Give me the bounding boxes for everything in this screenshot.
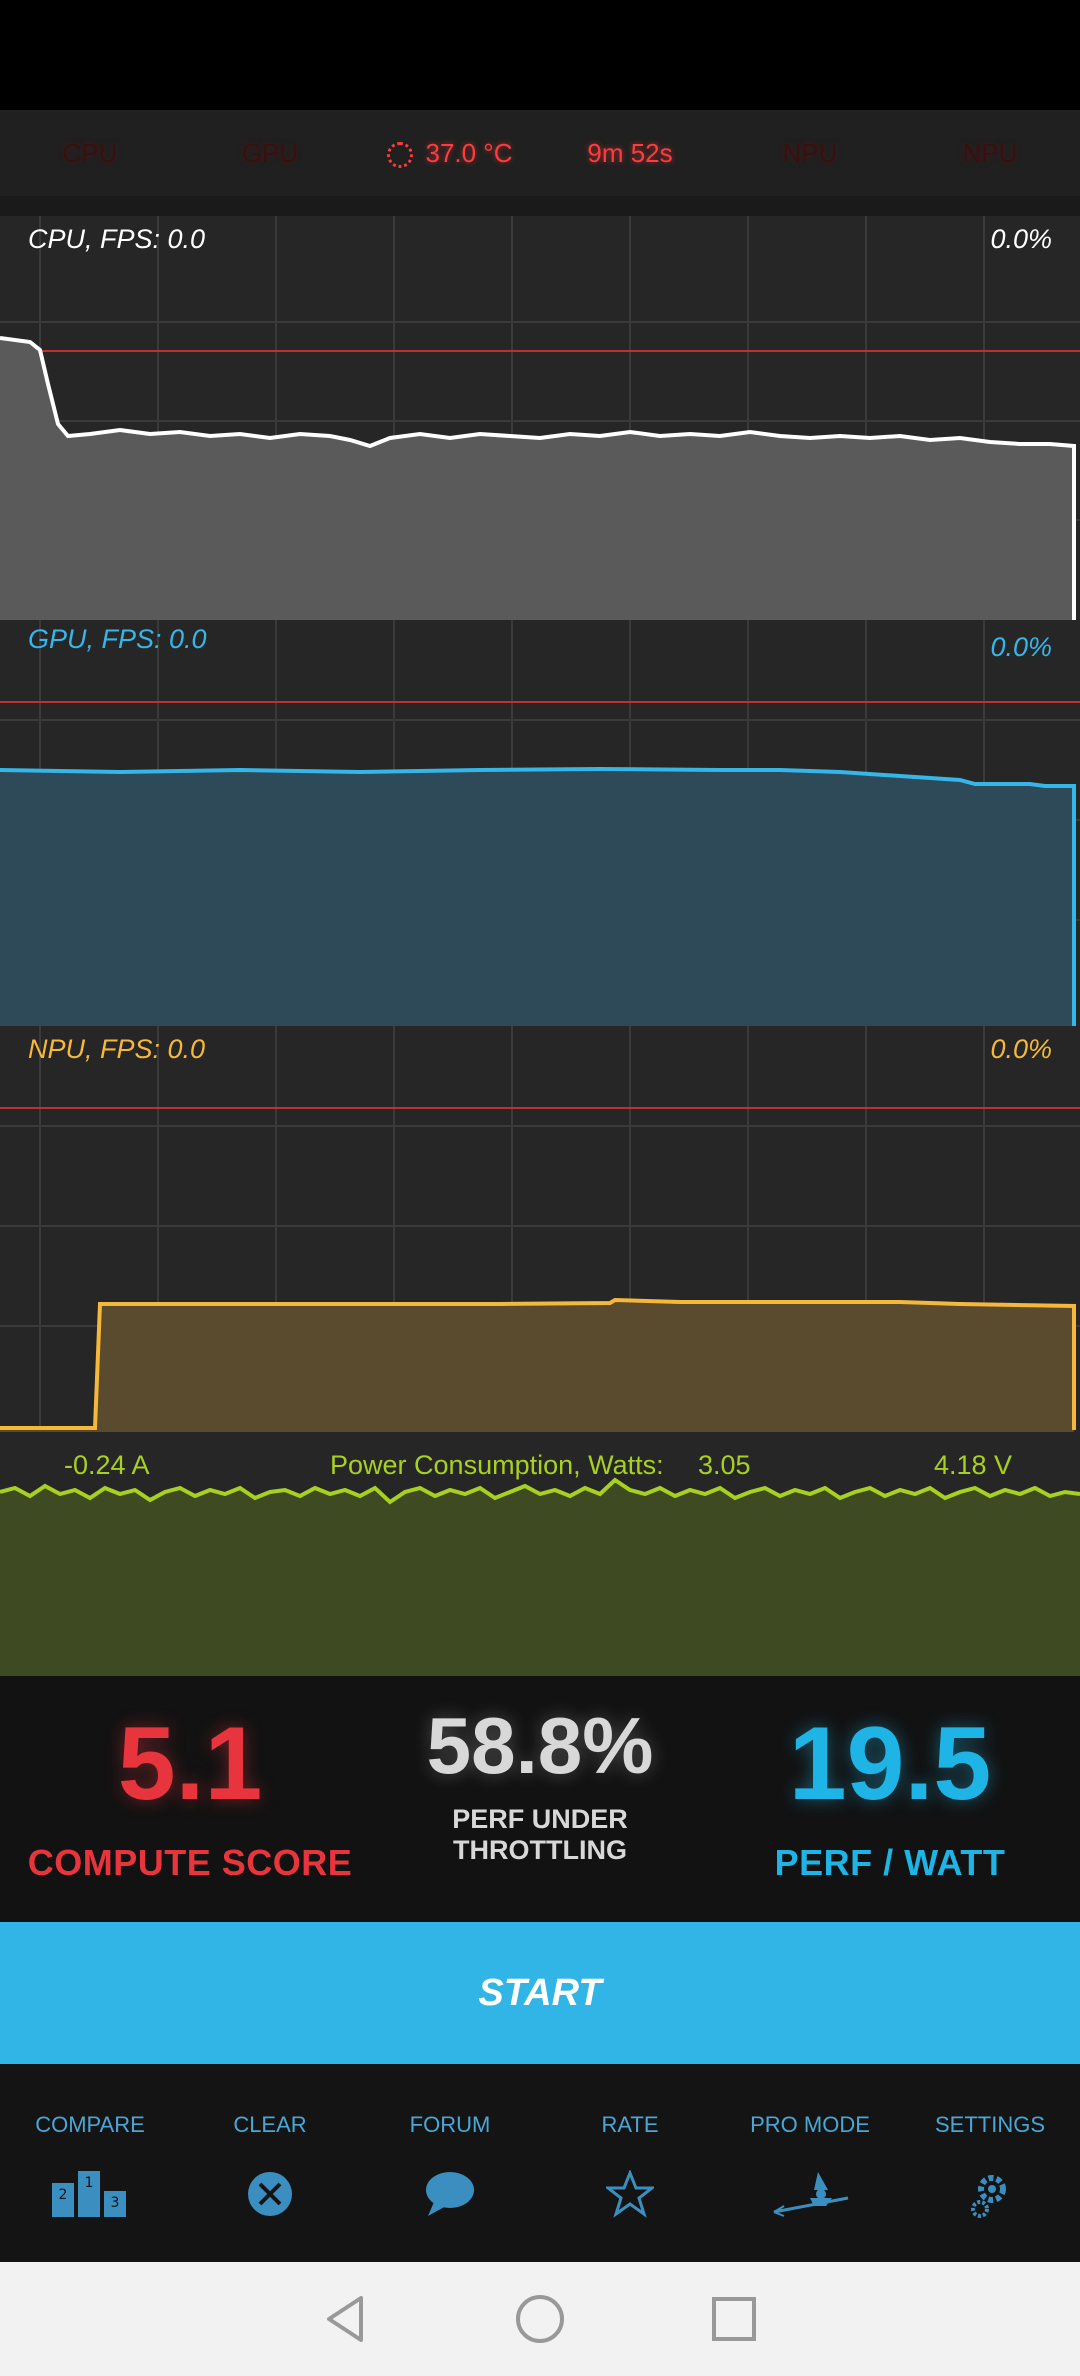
power-title: Power Consumption, Watts:	[330, 1450, 664, 1480]
compare-button[interactable]: COMPARE 2 1 3	[0, 2064, 180, 2262]
throttling-value: 58.8%	[426, 1701, 654, 1790]
throttling-score: 58.8% PERF UNDER THROTTLING	[400, 1706, 680, 1866]
throttling-label-line2: THROTTLING	[453, 1835, 627, 1866]
temperature-readout: 37.0 °C	[360, 138, 540, 169]
cpu-fps-label: CPU, FPS: 0.0	[28, 224, 206, 254]
status-bar	[0, 0, 1080, 110]
temperature-value: 37.0 °C	[425, 137, 513, 168]
back-button[interactable]	[301, 2274, 391, 2364]
svg-text:3: 3	[111, 2195, 120, 2211]
cpu-percent: 0.0%	[990, 224, 1052, 254]
gpu-graph: GPU, FPS: 0.0 0.0%	[0, 620, 1080, 1026]
recents-icon	[712, 2297, 756, 2341]
bottom-nav: COMPARE 2 1 3 CLEAR FORUM RATE PRO MODE …	[0, 2064, 1080, 2262]
gpu-graph-svg	[0, 620, 1080, 1026]
tab-cpu[interactable]: CPU	[0, 138, 180, 169]
star-icon	[540, 2164, 720, 2224]
npu-graph: NPU, FPS: 0.0 0.0%	[0, 1026, 1080, 1432]
perf-watt-score: 19.5 PERF / WATT	[720, 1712, 1060, 1884]
compare-label: COMPARE	[35, 2112, 145, 2137]
system-nav-bar	[0, 2262, 1080, 2376]
forum-button[interactable]: FORUM	[360, 2064, 540, 2262]
gear-icon	[900, 2164, 1080, 2224]
home-icon	[516, 2295, 564, 2343]
perf-watt-label: PERF / WATT	[774, 1842, 1006, 1883]
perf-watt-value: 19.5	[788, 1706, 992, 1822]
npu-fps-label: NPU, FPS: 0.0	[28, 1034, 206, 1064]
rate-label: RATE	[601, 2112, 659, 2137]
start-button[interactable]: START	[0, 1922, 1080, 2064]
svg-text:2: 2	[59, 2187, 68, 2203]
npu-graph-svg	[0, 1026, 1080, 1432]
power-voltage: 4.18 V	[934, 1450, 1013, 1480]
cpu-graph-svg	[0, 216, 1080, 620]
tab-gpu[interactable]: GPU	[180, 138, 360, 169]
clear-x-icon	[180, 2164, 360, 2224]
recents-button[interactable]	[689, 2274, 779, 2364]
gpu-fps-label: GPU, FPS: 0.0	[28, 624, 207, 654]
compute-score-value: 5.1	[117, 1706, 263, 1822]
settings-label: SETTINGS	[934, 2112, 1045, 2137]
home-button[interactable]	[495, 2274, 585, 2364]
cpu-graph: CPU, FPS: 0.0 0.0%	[0, 216, 1080, 620]
throttling-label-line1: PERF UNDER	[452, 1804, 628, 1834]
witch-icon	[720, 2164, 900, 2224]
npu-percent: 0.0%	[990, 1034, 1052, 1064]
compute-score-label: COMPUTE SCORE	[27, 1842, 353, 1883]
power-graph: -0.24 A Power Consumption, Watts: 3.05 4…	[0, 1432, 1080, 1676]
settings-button[interactable]: SETTINGS	[900, 2064, 1080, 2262]
back-icon	[327, 2296, 363, 2342]
clear-label: CLEAR	[233, 2112, 307, 2137]
throttling-label: PERF UNDER THROTTLING	[400, 1804, 680, 1866]
tab-npu-2[interactable]: NPU	[900, 138, 1080, 169]
thermometer-icon	[387, 141, 414, 168]
elapsed-time: 9m 52s	[587, 137, 673, 168]
gpu-percent: 0.0%	[990, 632, 1052, 662]
chat-bubble-icon	[360, 2164, 540, 2224]
pro-mode-button[interactable]: PRO MODE	[720, 2064, 900, 2262]
rate-button[interactable]: RATE	[540, 2064, 720, 2262]
clear-button[interactable]: CLEAR	[180, 2064, 360, 2262]
power-current: -0.24 A	[64, 1450, 150, 1480]
tab-npu[interactable]: NPU	[720, 138, 900, 169]
scores-panel: 5.1 COMPUTE SCORE 58.8% PERF UNDER THROT…	[0, 1676, 1080, 1922]
forum-label: FORUM	[409, 2112, 491, 2137]
svg-text:1: 1	[85, 2175, 94, 2191]
start-button-label: START	[478, 1971, 602, 2014]
power-watts: 3.05	[698, 1450, 751, 1480]
compute-score: 5.1 COMPUTE SCORE	[20, 1712, 360, 1884]
top-tabs: CPU GPU 37.0 °C 9m 52s NPU NPU	[0, 110, 1080, 196]
pro-mode-label: PRO MODE	[750, 2112, 870, 2137]
podium-icon: 2 1 3	[0, 2164, 180, 2224]
